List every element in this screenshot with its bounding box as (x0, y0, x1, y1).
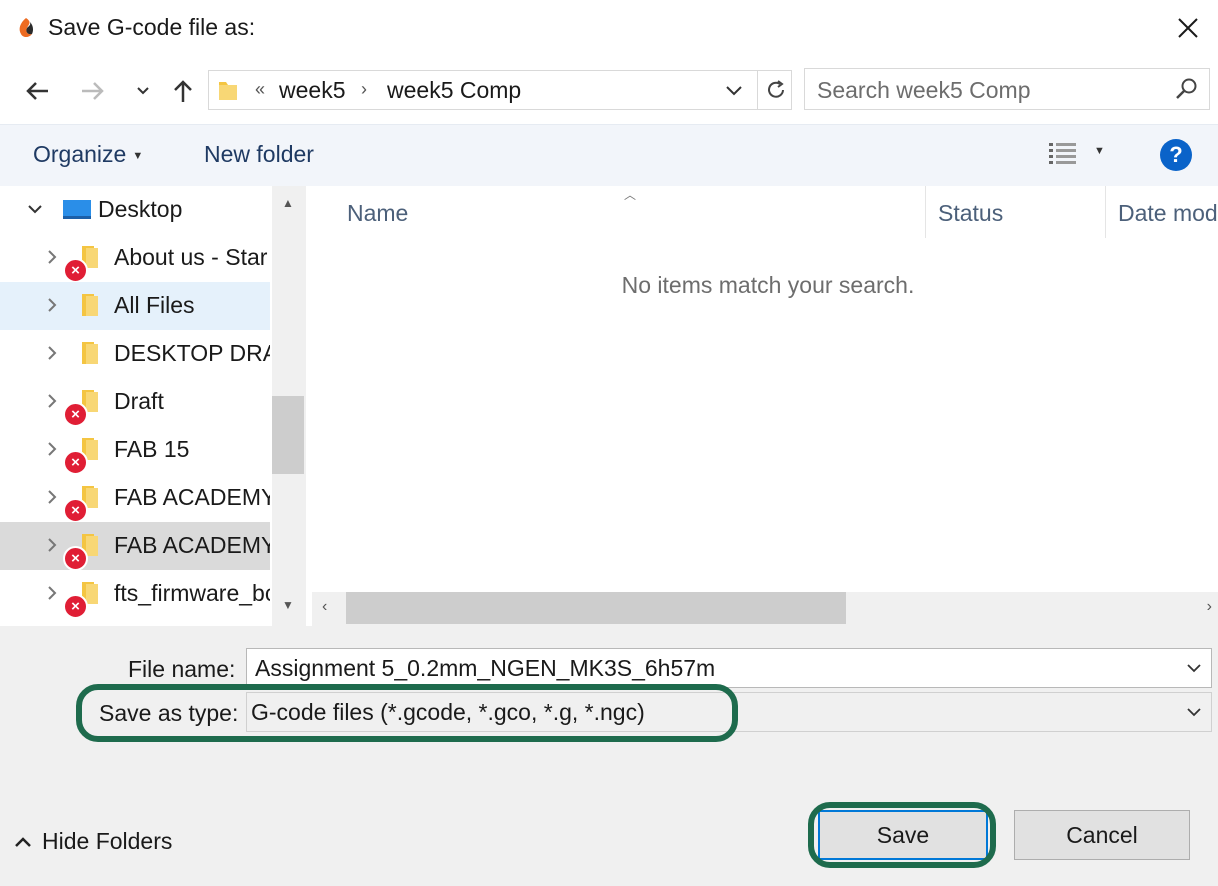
recent-locations-button[interactable] (128, 74, 158, 108)
chevron-down-icon[interactable] (723, 79, 745, 101)
sync-error-icon: × (63, 594, 88, 619)
tree-item[interactable]: DESKTOP DRAF (0, 330, 270, 378)
sync-error-icon: × (63, 402, 88, 427)
chevron-up-icon (14, 828, 32, 855)
chevron-right-icon[interactable] (44, 536, 60, 554)
overflow-marker[interactable]: « (255, 79, 265, 100)
column-divider[interactable] (1105, 186, 1106, 238)
forward-button[interactable] (78, 74, 108, 108)
tree-item-desktop[interactable]: Desktop (0, 186, 270, 234)
tree-label: About us - Star (114, 244, 268, 270)
arrow-left-icon (26, 82, 48, 100)
address-bar[interactable]: « week5 › week5 Comp (208, 70, 792, 110)
tree-label: Desktop (98, 196, 183, 222)
search-icon[interactable] (1175, 77, 1199, 101)
prusaslicer-app-icon (19, 18, 34, 37)
folder-icon (82, 342, 98, 364)
chevron-right-icon[interactable]: › (361, 79, 367, 100)
arrow-up-icon (174, 80, 192, 102)
dialog-title: Save G-code file as: (48, 14, 256, 40)
chevron-down-icon[interactable] (26, 200, 44, 218)
command-bar: Organize ▼ New folder ▼ ? (0, 124, 1218, 186)
desktop-icon (63, 200, 91, 219)
column-header-status[interactable]: Status (938, 200, 1003, 227)
sync-error-icon: × (63, 546, 88, 571)
hide-folders-button[interactable]: Hide Folders (14, 828, 172, 855)
tree-label: FAB 15 (114, 436, 190, 462)
tree-scrollbar[interactable]: ▲ ▼ (272, 186, 306, 626)
view-options-icon[interactable] (1048, 141, 1078, 167)
chevron-down-icon[interactable] (1185, 659, 1203, 677)
title-bar: Save G-code file as: (0, 0, 1218, 58)
folder-icon (219, 82, 237, 100)
caret-down-icon: ▼ (132, 149, 144, 162)
chevron-down-icon (137, 87, 149, 95)
tree-item[interactable]: × FAB ACADEMY (0, 474, 270, 523)
file-name-value[interactable]: Assignment 5_0.2mm_NGEN_MK3S_6h57m (255, 655, 715, 682)
help-icon[interactable]: ? (1160, 139, 1192, 171)
refresh-icon (767, 80, 784, 98)
scroll-right-icon[interactable]: › (1207, 598, 1212, 616)
column-header-name[interactable]: Name (347, 200, 408, 227)
chevron-right-icon[interactable] (44, 584, 60, 602)
tree-label: DESKTOP DRAF (114, 340, 270, 366)
back-button[interactable] (22, 74, 52, 108)
navigation-pane: Desktop × About us - Star All Files DESK… (0, 186, 306, 626)
column-header-date-modified[interactable]: Date mod (1118, 200, 1218, 227)
file-name-input[interactable]: Assignment 5_0.2mm_NGEN_MK3S_6h57m (246, 648, 1212, 688)
organize-label: Organize (33, 141, 127, 167)
tree-item[interactable]: × Draft (0, 378, 270, 427)
scroll-up-icon[interactable]: ▲ (282, 196, 294, 210)
column-divider[interactable] (925, 186, 926, 238)
tree-label: All Files (114, 292, 195, 318)
file-list: ︿ Name Status Date mod No items match yo… (306, 186, 1218, 592)
scrollbar-thumb[interactable] (272, 396, 304, 474)
breadcrumb-week5-comp[interactable]: week5 Comp (387, 77, 521, 104)
chevron-right-icon[interactable] (44, 488, 60, 506)
file-list-scrollbar[interactable]: ‹ › (312, 592, 1218, 626)
navigation-bar: « week5 › week5 Comp Search week5 Comp (0, 58, 1218, 124)
folder-icon (82, 294, 98, 316)
tree-item[interactable]: All Files (0, 282, 270, 330)
chevron-down-icon[interactable] (1185, 703, 1203, 721)
sort-up-icon: ︿ (624, 188, 637, 202)
chevron-right-icon[interactable] (44, 248, 60, 266)
sync-error-icon: × (63, 498, 88, 523)
refresh-button[interactable] (757, 71, 793, 109)
chevron-right-icon[interactable] (44, 296, 60, 314)
sync-error-icon: × (63, 258, 88, 283)
cancel-button[interactable]: Cancel (1014, 810, 1190, 860)
tree-item[interactable]: × FAB 15 (0, 426, 270, 475)
scroll-left-icon[interactable]: ‹ (322, 598, 327, 616)
view-dropdown-icon[interactable]: ▼ (1094, 145, 1105, 157)
sync-error-icon: × (63, 450, 88, 475)
scroll-down-icon[interactable]: ▼ (282, 598, 294, 612)
chevron-right-icon[interactable] (44, 392, 60, 410)
up-button[interactable] (168, 74, 198, 108)
close-button[interactable] (1162, 6, 1214, 50)
breadcrumb-week5[interactable]: week5 (279, 77, 345, 104)
save-form: File name: Assignment 5_0.2mm_NGEN_MK3S_… (0, 626, 1218, 886)
tree-label: Draft (114, 388, 164, 414)
tree-item[interactable]: × FAB ACADEMY (0, 522, 270, 571)
annotation-highlight-type (76, 684, 738, 742)
annotation-highlight-save (808, 802, 996, 868)
chevron-right-icon[interactable] (44, 344, 60, 362)
file-name-label: File name: (128, 656, 236, 682)
hide-folders-label: Hide Folders (42, 828, 173, 854)
scrollbar-thumb[interactable] (346, 592, 846, 624)
tree-item[interactable]: × About us - Star (0, 234, 270, 283)
empty-message: No items match your search. (621, 272, 915, 298)
search-box[interactable]: Search week5 Comp (804, 68, 1210, 110)
tree-item[interactable]: × fts_firmware_bc (0, 570, 270, 619)
tree-label: FAB ACADEMY (114, 484, 270, 510)
new-folder-button[interactable]: New folder (204, 141, 314, 168)
tree-label: FAB ACADEMY (114, 532, 270, 558)
search-placeholder: Search week5 Comp (817, 77, 1031, 103)
tree-label: fts_firmware_bc (114, 580, 270, 606)
chevron-right-icon[interactable] (44, 440, 60, 458)
close-icon (1178, 18, 1198, 38)
arrow-right-icon (82, 82, 104, 100)
organize-menu[interactable]: Organize ▼ (33, 141, 143, 168)
